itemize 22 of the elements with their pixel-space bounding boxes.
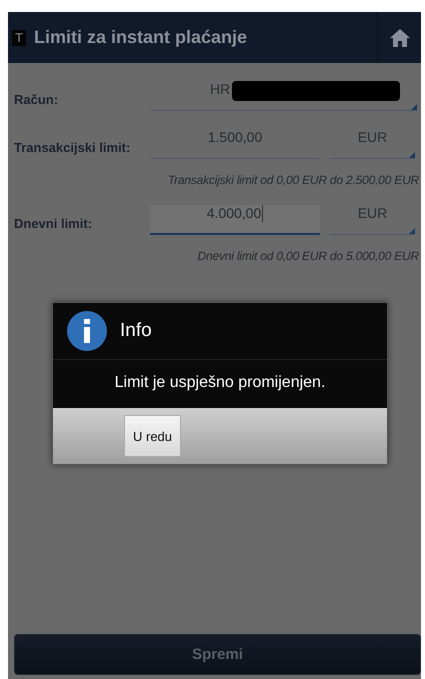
amount-input-field[interactable]: 4.000,00 — [150, 205, 320, 235]
field-label: Račun: — [14, 92, 60, 109]
account-value: HR — [210, 81, 230, 97]
currency-dropdown[interactable]: EUR — [330, 129, 415, 159]
ok-button[interactable]: U redu — [124, 415, 181, 457]
amount-input-field[interactable]: 1.500,00 — [150, 129, 320, 159]
home-icon — [388, 26, 410, 48]
limit-hint: Dnevni limit od 0,00 EUR do 5.000,00 EUR — [196, 248, 420, 263]
dropdown-corner-icon — [409, 152, 415, 158]
dialog-title: Info — [120, 320, 152, 342]
field-label: Dnevni limit: — [14, 216, 94, 233]
dialog-message: Limit je uspješno promijenjen. — [114, 373, 326, 393]
field-label: Transakcijski limit: — [14, 140, 132, 157]
dropdown-corner-icon — [409, 228, 415, 234]
screen-title: Limiti za instant plaćanje — [34, 27, 248, 48]
limit-hint: Transakcijski limit od 0,00 EUR do 2.500,00 EUR — [166, 172, 420, 187]
account-dropdown[interactable]: HR — [150, 81, 417, 111]
info-icon — [66, 310, 108, 352]
dropdown-corner-icon — [411, 104, 417, 110]
app-logo-icon: T — [12, 30, 26, 46]
save-button[interactable]: Spremi — [14, 634, 421, 675]
currency-dropdown[interactable]: EUR — [330, 205, 415, 235]
